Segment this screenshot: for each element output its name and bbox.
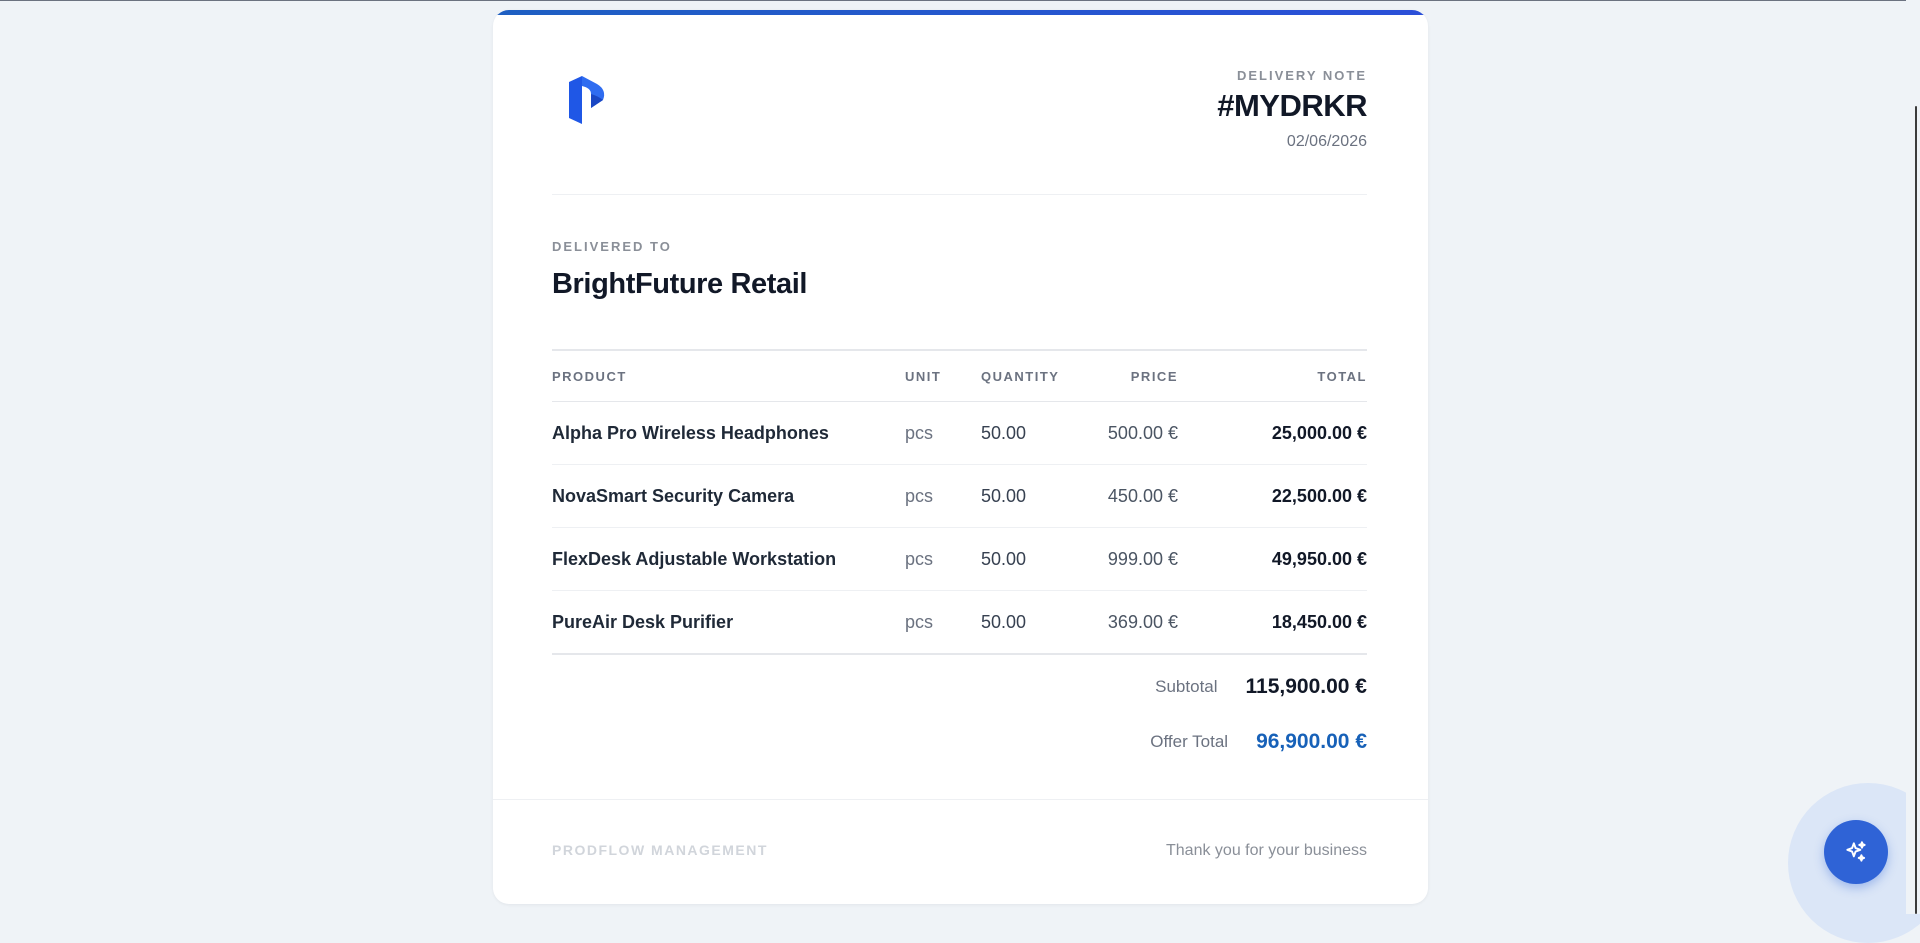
- scrollbar-thumb[interactable]: [1915, 106, 1917, 914]
- row-unit: pcs: [905, 548, 934, 569]
- card-footer: PRODFLOW MANAGEMENT Thank you for your b…: [493, 799, 1428, 904]
- header-price: PRICE: [1130, 368, 1178, 384]
- row-price: 369.00 €: [1107, 611, 1178, 632]
- header-unit: UNIT: [905, 368, 942, 384]
- items-table: PRODUCT UNIT QUANTITY PRICE TOTAL Alpha …: [552, 349, 1367, 655]
- row-quantity: 50.00: [981, 611, 1027, 632]
- ai-assistant-button[interactable]: [1824, 820, 1888, 884]
- row-quantity: 50.00: [981, 422, 1027, 443]
- window-top-border: [0, 0, 1920, 1]
- row-price: 450.00 €: [1107, 485, 1178, 506]
- delivery-note-card: DELIVERY NOTE #MYDRKR 02/06/2026 DELIVER…: [493, 10, 1428, 904]
- header-divider: [552, 194, 1367, 195]
- subtotal-label: Subtotal: [1155, 677, 1218, 696]
- row-quantity: 50.00: [981, 485, 1027, 506]
- table-header: PRODUCT UNIT QUANTITY PRICE TOTAL: [552, 351, 1367, 402]
- offer-total-label: Offer Total: [1150, 732, 1229, 751]
- row-product: FlexDesk Adjustable Workstation: [552, 548, 837, 569]
- card-accent-bar: [493, 10, 1428, 15]
- row-total: 22,500.00 €: [1271, 485, 1367, 506]
- table-row: FlexDesk Adjustable Workstation pcs 50.0…: [552, 528, 1367, 591]
- document-date: 02/06/2026: [1286, 133, 1367, 150]
- row-total: 25,000.00 €: [1271, 422, 1367, 443]
- subtotal-value: 115,900.00 €: [1245, 675, 1367, 698]
- table-row: NovaSmart Security Camera pcs 50.00 450.…: [552, 465, 1367, 528]
- row-product: PureAir Desk Purifier: [552, 611, 734, 632]
- subtotal-row: Subtotal 115,900.00 €: [1155, 675, 1367, 699]
- document-type-label: DELIVERY NOTE: [1236, 68, 1367, 83]
- delivered-to-label: DELIVERED TO: [552, 239, 672, 254]
- brand-logo-icon: [569, 76, 605, 124]
- row-unit: pcs: [905, 611, 934, 632]
- document-number: #MYDRKR: [1217, 88, 1367, 123]
- footer-company-name: PRODFLOW MANAGEMENT: [552, 842, 768, 858]
- header-total: TOTAL: [1317, 368, 1367, 384]
- offer-total-value: 96,900.00 €: [1256, 730, 1367, 753]
- row-product: Alpha Pro Wireless Headphones: [552, 422, 829, 443]
- row-unit: pcs: [905, 422, 934, 443]
- row-unit: pcs: [905, 485, 934, 506]
- table-row: Alpha Pro Wireless Headphones pcs 50.00 …: [552, 402, 1367, 465]
- row-total: 49,950.00 €: [1271, 548, 1367, 569]
- table-row: PureAir Desk Purifier pcs 50.00 369.00 €…: [552, 591, 1367, 655]
- header-product: PRODUCT: [552, 368, 627, 384]
- row-product: NovaSmart Security Camera: [552, 485, 795, 506]
- page-scrollbar[interactable]: [1906, 0, 1920, 914]
- header-quantity: QUANTITY: [981, 368, 1060, 384]
- row-price: 999.00 €: [1107, 548, 1178, 569]
- offer-total-row: Offer Total 96,900.00 €: [1150, 730, 1367, 754]
- customer-name: BrightFuture Retail: [552, 268, 808, 300]
- footer-thanks-text: Thank you for your business: [1166, 842, 1367, 859]
- row-quantity: 50.00: [981, 548, 1027, 569]
- row-price: 500.00 €: [1107, 422, 1178, 443]
- row-total: 18,450.00 €: [1271, 611, 1367, 632]
- sparkles-icon: [1846, 841, 1866, 862]
